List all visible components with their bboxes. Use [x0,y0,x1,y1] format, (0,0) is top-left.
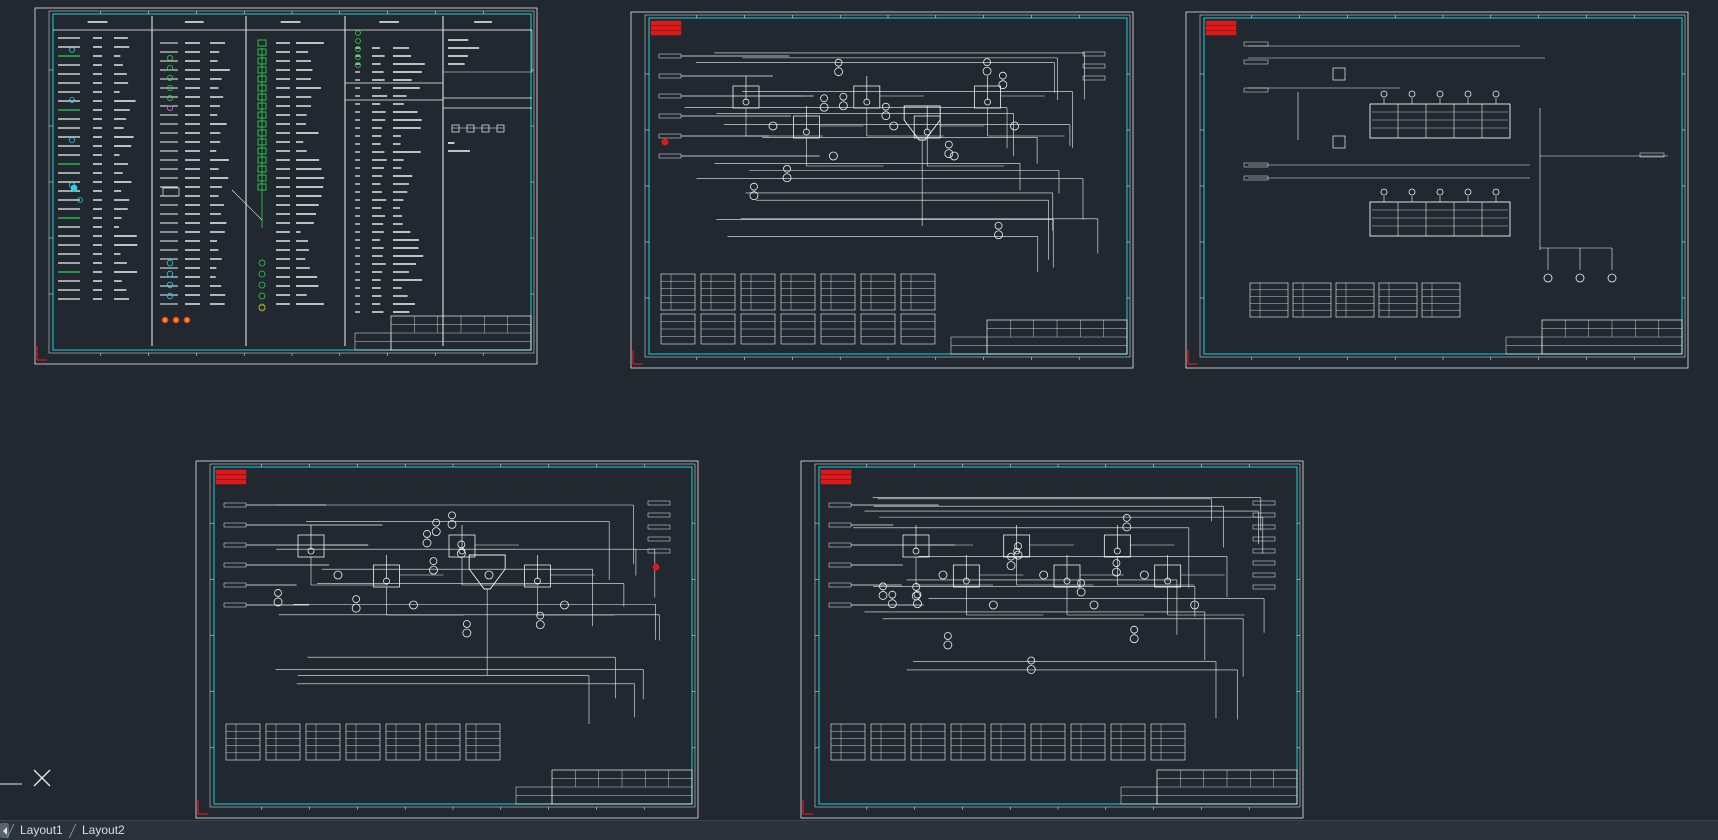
model-space-canvas[interactable] [0,0,1718,820]
ucs-axis-icon [0,769,51,787]
layout-tab-bar: Layout1 Layout2 [0,820,1718,840]
drawing-sheet-process-4[interactable] [800,460,1304,819]
drawing-sheet-process-2[interactable] [1185,11,1689,369]
drawing-sheet-process-1[interactable] [630,11,1134,369]
tab-layout2[interactable]: Layout2 [76,822,131,839]
tab-layout1[interactable]: Layout1 [14,822,69,839]
drawing-sheet-process-3[interactable] [195,460,699,819]
drawing-sheet-legend[interactable] [34,7,538,365]
